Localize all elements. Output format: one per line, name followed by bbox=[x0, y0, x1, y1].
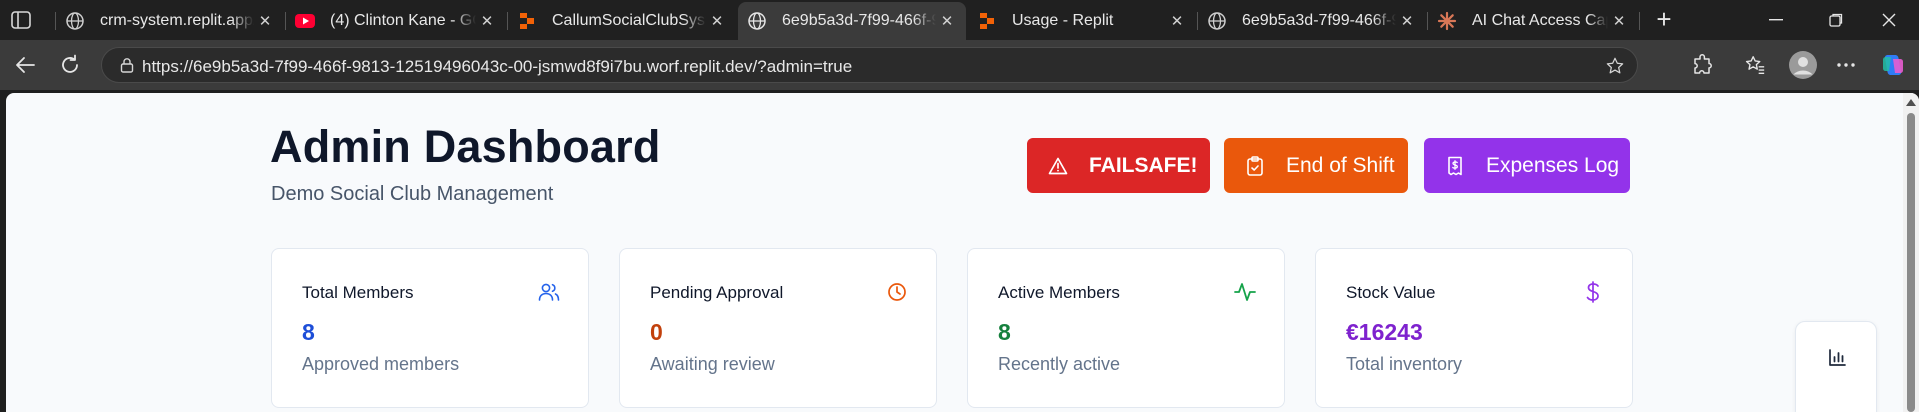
address-bar[interactable]: https://6e9b5a3d-7f99-466f-9813-12519496… bbox=[101, 47, 1638, 83]
page-subtitle: Demo Social Club Management bbox=[271, 183, 554, 205]
more-options-icon[interactable] bbox=[1831, 50, 1861, 80]
expenses-log-label: Expenses Log bbox=[1486, 153, 1620, 177]
scrollbar-thumb[interactable] bbox=[1907, 113, 1915, 412]
scroll-up-arrow-icon[interactable] bbox=[1906, 99, 1916, 106]
end-of-shift-label: End of Shift bbox=[1286, 153, 1395, 177]
tab-title: CallumSocialClubSyste bbox=[552, 12, 706, 29]
clipboard-check-icon bbox=[1244, 155, 1266, 177]
floating-stats-button[interactable] bbox=[1795, 321, 1877, 412]
stat-label: Stock Value bbox=[1346, 283, 1436, 302]
globe-icon bbox=[1206, 10, 1228, 32]
close-icon[interactable]: ✕ bbox=[1608, 10, 1630, 32]
restore-icon[interactable] bbox=[1806, 0, 1866, 40]
failsafe-label: FAILSAFE! bbox=[1089, 153, 1198, 177]
end-of-shift-button[interactable]: End of Shift bbox=[1224, 138, 1408, 193]
page-scrollbar[interactable] bbox=[1903, 93, 1919, 412]
claude-icon bbox=[1436, 10, 1458, 32]
page-viewport: Admin Dashboard Demo Social Club Managem… bbox=[6, 93, 1919, 412]
stat-value: €16243 bbox=[1346, 319, 1423, 345]
bar-chart-icon bbox=[1826, 347, 1848, 369]
expenses-log-button[interactable]: Expenses Log bbox=[1424, 138, 1630, 193]
stat-card-active-members: Active Members 8 Recently active bbox=[967, 248, 1285, 408]
stat-note: Approved members bbox=[302, 354, 460, 374]
reload-icon[interactable] bbox=[55, 50, 85, 80]
tab-title: 6e9b5a3d-7f99-466f-9 bbox=[1242, 12, 1396, 29]
warning-triangle-icon bbox=[1047, 155, 1069, 177]
profile-avatar-icon[interactable] bbox=[1785, 47, 1821, 83]
page-title: Admin Dashboard bbox=[270, 121, 661, 172]
tab-active-admin[interactable]: 6e9b5a3d-7f99-466f-9 ✕ bbox=[738, 2, 966, 40]
url-text[interactable]: https://6e9b5a3d-7f99-466f-9813-12519496… bbox=[142, 57, 852, 77]
stat-value: 8 bbox=[302, 319, 315, 345]
site-info-icon[interactable] bbox=[118, 56, 136, 74]
stat-label: Pending Approval bbox=[650, 283, 784, 302]
replit-icon bbox=[976, 10, 998, 32]
extensions-icon[interactable] bbox=[1688, 50, 1718, 80]
stat-card-pending-approval: Pending Approval 0 Awaiting review bbox=[619, 248, 937, 408]
close-icon[interactable]: ✕ bbox=[1166, 10, 1188, 32]
close-icon[interactable]: ✕ bbox=[254, 10, 276, 32]
stat-note: Awaiting review bbox=[650, 354, 775, 374]
receipt-icon bbox=[1444, 155, 1466, 177]
close-icon[interactable]: ✕ bbox=[1396, 10, 1418, 32]
tab-title: crm-system.replit.app/ bbox=[100, 12, 254, 29]
tab-title: AI Chat Access Capabili bbox=[1472, 12, 1608, 29]
tab-actions-icon[interactable] bbox=[8, 9, 34, 31]
tab-usage-replit[interactable]: Usage - Replit ✕ bbox=[968, 2, 1196, 40]
tab-callum-social-club[interactable]: CallumSocialClubSyste ✕ bbox=[508, 2, 736, 40]
clock-icon bbox=[886, 281, 908, 303]
tab-dev-preview[interactable]: 6e9b5a3d-7f99-466f-9 ✕ bbox=[1198, 2, 1426, 40]
tab-crm-system[interactable]: crm-system.replit.app/ ✕ bbox=[56, 2, 284, 40]
stat-label: Active Members bbox=[998, 283, 1120, 302]
close-icon[interactable]: ✕ bbox=[936, 10, 958, 32]
activity-icon bbox=[1234, 281, 1256, 303]
close-icon[interactable]: ✕ bbox=[476, 10, 498, 32]
tab-youtube[interactable]: (4) Clinton Kane - GO T ✕ bbox=[286, 2, 506, 40]
globe-icon bbox=[746, 10, 768, 32]
users-icon bbox=[538, 281, 560, 303]
stat-label: Total Members bbox=[302, 283, 414, 302]
youtube-icon bbox=[294, 10, 316, 32]
new-tab-plus-icon[interactable]: + bbox=[1650, 6, 1678, 32]
stat-value: 0 bbox=[650, 319, 663, 345]
dollar-icon bbox=[1582, 281, 1604, 303]
stat-card-total-members: Total Members 8 Approved members bbox=[271, 248, 589, 408]
tab-title: 6e9b5a3d-7f99-466f-9 bbox=[782, 12, 936, 29]
favorite-star-icon[interactable] bbox=[1603, 54, 1627, 78]
tab-title: Usage - Replit bbox=[1012, 12, 1114, 29]
stat-card-stock-value: Stock Value €16243 Total inventory bbox=[1315, 248, 1633, 408]
tab-separator bbox=[1639, 12, 1640, 30]
browser-toolbar: https://6e9b5a3d-7f99-466f-9813-12519496… bbox=[0, 40, 1919, 90]
favorites-icon[interactable] bbox=[1740, 50, 1770, 80]
stat-value: 8 bbox=[998, 319, 1011, 345]
back-arrow-icon[interactable] bbox=[10, 50, 40, 80]
tab-title: (4) Clinton Kane - GO T bbox=[330, 12, 476, 29]
tab-ai-chat[interactable]: AI Chat Access Capabili ✕ bbox=[1428, 2, 1638, 40]
copilot-icon[interactable] bbox=[1878, 50, 1908, 80]
failsafe-button[interactable]: FAILSAFE! bbox=[1027, 138, 1210, 193]
browser-tab-strip: crm-system.replit.app/ ✕ (4) Clinton Kan… bbox=[0, 0, 1919, 40]
stat-note: Total inventory bbox=[1346, 354, 1463, 374]
window-close-icon[interactable] bbox=[1859, 0, 1919, 40]
replit-icon bbox=[516, 10, 538, 32]
close-icon[interactable]: ✕ bbox=[706, 10, 728, 32]
globe-icon bbox=[64, 10, 86, 32]
minimize-icon[interactable] bbox=[1746, 0, 1806, 40]
stat-note: Recently active bbox=[998, 354, 1121, 374]
